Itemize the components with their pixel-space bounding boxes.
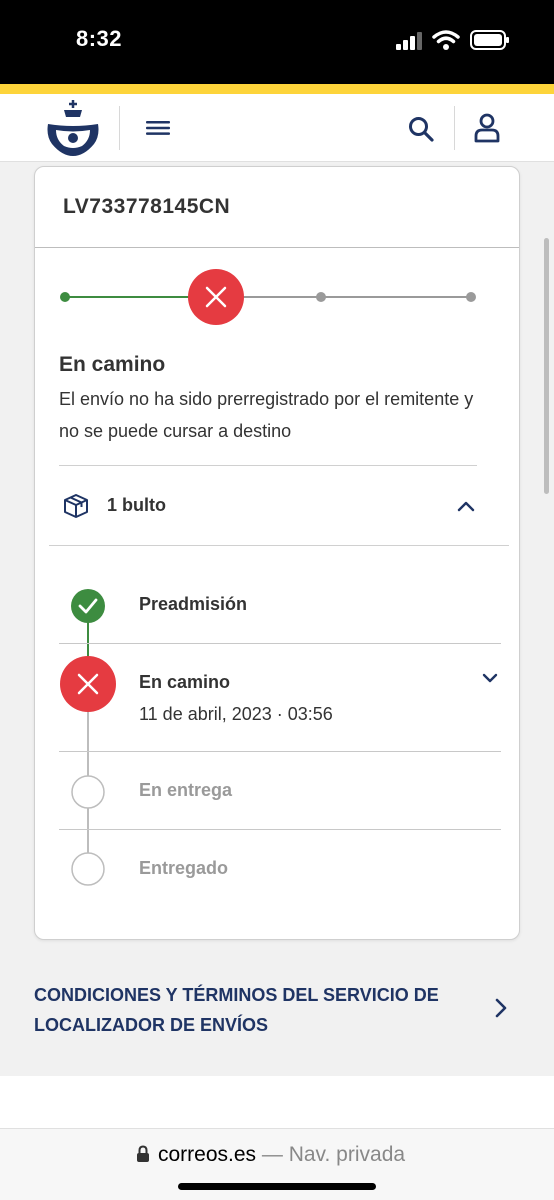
private-mode-label: — Nav. privada <box>256 1143 406 1166</box>
footer-area <box>0 1076 554 1128</box>
tracking-card: LV733778145CN En camino El envío no ha s… <box>34 166 520 940</box>
step-label-preadmision: Preadmisión <box>139 594 248 614</box>
status-description: El envío no ha sido prerregistrado por e… <box>59 389 474 441</box>
status-title: En camino <box>59 353 166 376</box>
tracking-steps: Preadmisión En camino 11 de abril, 2023 … <box>35 547 519 927</box>
chevron-down-icon[interactable] <box>479 667 501 689</box>
step-pending-icon <box>71 775 105 809</box>
step-label-en-camino[interactable]: En camino <box>139 672 230 693</box>
divider <box>59 829 501 830</box>
status-bar: 8:32 <box>0 0 554 84</box>
battery-icon <box>470 30 509 50</box>
step-label-entregado: Entregado <box>139 858 229 878</box>
cellular-signal-icon <box>396 32 422 50</box>
divider <box>59 751 501 752</box>
divider <box>59 465 477 466</box>
browser-address-bar[interactable]: correos.es — Nav. privada <box>0 1128 554 1200</box>
brand-stripe <box>0 84 554 94</box>
status-time: 8:32 <box>76 26 123 51</box>
progress-track <box>60 269 476 325</box>
tracking-code: LV733778145CN <box>63 195 231 218</box>
step-pending-icon <box>71 852 105 886</box>
header-divider <box>454 106 455 150</box>
scrollbar[interactable] <box>544 238 549 494</box>
chevron-right-icon[interactable] <box>490 996 512 1020</box>
package-count: 1 bulto <box>107 495 166 515</box>
wifi-icon <box>432 30 460 50</box>
step-label-en-entrega: En entrega <box>139 780 233 800</box>
divider <box>49 545 509 546</box>
header-divider <box>119 106 120 150</box>
terms-link[interactable]: CONDICIONES Y TÉRMINOS DEL SERVICIO DE L… <box>0 944 554 1076</box>
step-date: 11 de abril, 2023 · 03:56 <box>139 704 333 724</box>
site-header <box>0 94 554 162</box>
lock-icon <box>137 1145 149 1162</box>
user-icon[interactable] <box>472 112 502 144</box>
terms-link-text[interactable]: CONDICIONES Y TÉRMINOS DEL SERVICIO DE L… <box>34 980 464 1040</box>
step-done-icon <box>71 589 105 623</box>
chevron-up-icon[interactable] <box>455 495 477 517</box>
url-domain: correos.es <box>158 1143 257 1166</box>
correos-logo[interactable] <box>44 100 102 158</box>
home-indicator <box>178 1183 376 1190</box>
progress-error-icon <box>188 269 244 325</box>
hamburger-icon[interactable] <box>144 114 172 142</box>
search-icon[interactable] <box>406 114 436 144</box>
package-icon <box>64 494 88 518</box>
divider <box>35 247 519 248</box>
package-toggle[interactable]: 1 bulto <box>35 467 519 545</box>
divider <box>59 643 501 644</box>
url-text[interactable]: correos.es — Nav. privada <box>158 1143 405 1167</box>
step-error-icon <box>60 656 116 712</box>
steps-timeline <box>60 589 116 886</box>
